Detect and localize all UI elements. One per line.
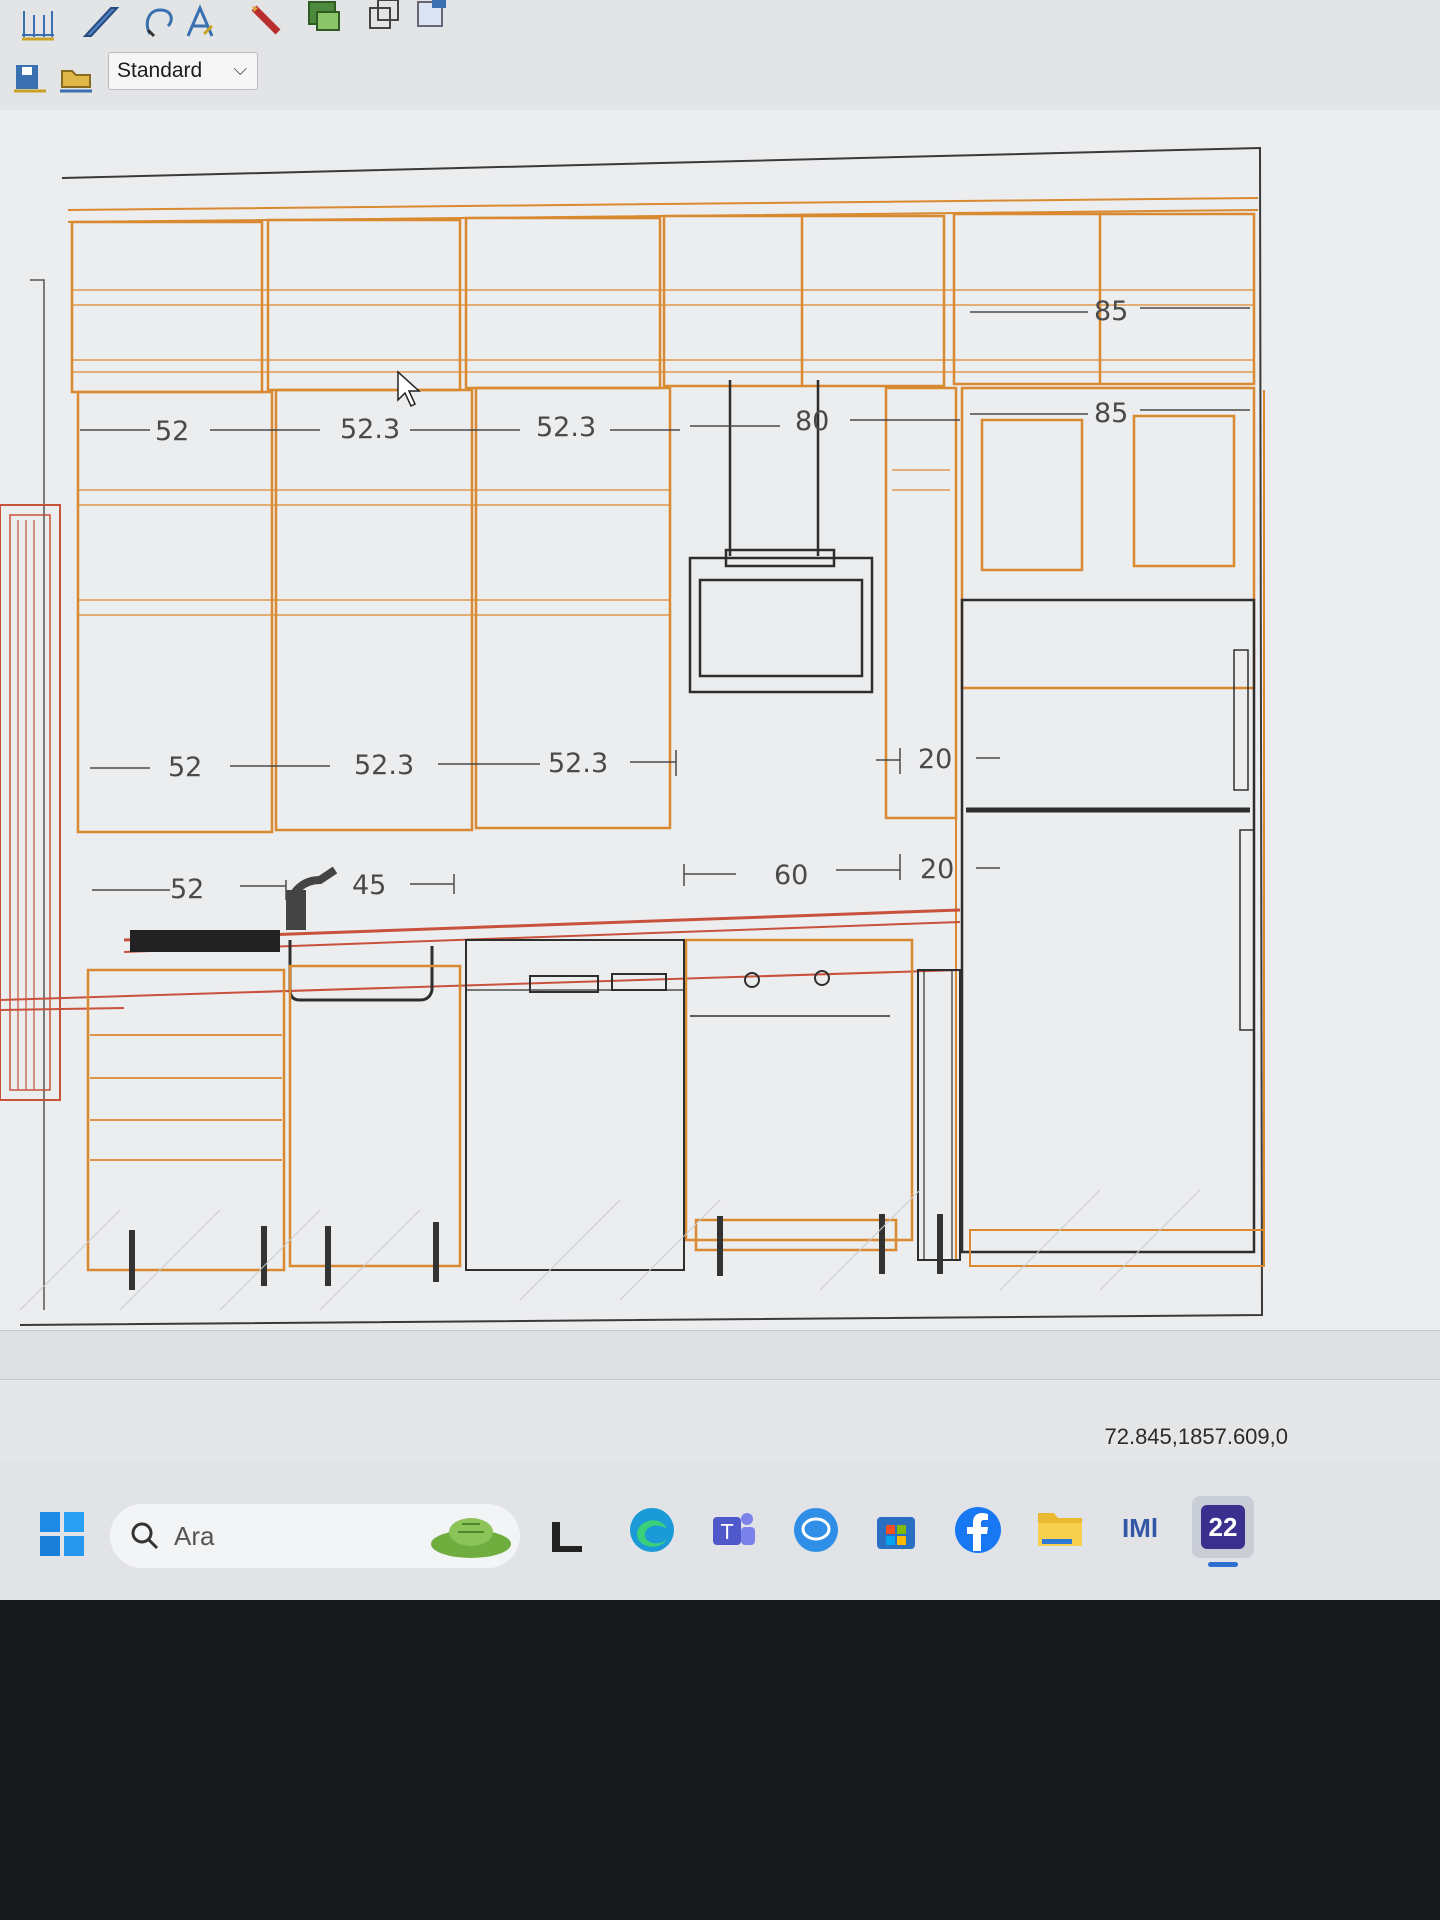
search-icon bbox=[131, 1522, 159, 1550]
iml-label: IMl bbox=[1121, 1512, 1159, 1543]
search-placeholder: Ara bbox=[174, 1520, 215, 1551]
door-panel-left bbox=[980, 418, 1084, 572]
lasso-select-icon[interactable] bbox=[140, 2, 180, 42]
cabinet-legs bbox=[129, 1214, 943, 1290]
upper-cabinets-top-row bbox=[70, 212, 1256, 394]
dim-upper-2: 52.3 bbox=[340, 414, 400, 445]
kitchen-elevation-drawing: 52 52.3 52.3 80 85 85 52 52.3 52.3 20 52… bbox=[0, 146, 1265, 1326]
facebook-icon[interactable] bbox=[950, 1502, 1006, 1558]
dim-upper-3: 52.3 bbox=[536, 412, 596, 443]
dim-lower-4: 20 bbox=[920, 854, 954, 885]
text-style-icon[interactable] bbox=[180, 2, 220, 42]
taskbar-search[interactable]: Ara bbox=[110, 1504, 520, 1568]
dim-lower-1: 52 bbox=[170, 874, 204, 905]
pencil-icon[interactable] bbox=[246, 0, 286, 40]
wall-cabinet-3 bbox=[464, 216, 662, 390]
range-hood bbox=[688, 380, 874, 694]
oven-drawer bbox=[694, 1218, 898, 1252]
shape-draw-icon[interactable] bbox=[80, 2, 120, 42]
dim-lower-3: 60 bbox=[774, 860, 808, 891]
cursor-coordinates: 72.845,1857.609,0 bbox=[1104, 1424, 1288, 1449]
terminal-icon[interactable] bbox=[538, 1506, 594, 1562]
dim-middle-2: 52.3 bbox=[354, 750, 414, 781]
drawing-canvas[interactable]: 52 52.3 52.3 80 85 85 52 52.3 52.3 20 52… bbox=[0, 110, 1440, 1330]
file-explorer-icon[interactable] bbox=[1032, 1500, 1088, 1556]
sink-base-cabinet bbox=[288, 964, 462, 1268]
edge-icon[interactable] bbox=[624, 1502, 680, 1558]
wall-cabinet-1 bbox=[70, 220, 264, 394]
worktop bbox=[0, 908, 961, 1011]
app-22-label: 22 bbox=[1201, 1505, 1245, 1549]
horizontal-scrollbar[interactable] bbox=[0, 1330, 1440, 1380]
chat-icon[interactable] bbox=[788, 1502, 844, 1558]
tall-unit-sides bbox=[955, 390, 1265, 1260]
style-dropdown-value: Standard bbox=[117, 59, 203, 82]
toolbar: Standard ⌵ bbox=[0, 0, 1440, 111]
chevron-down-icon: ⌵ bbox=[233, 59, 247, 79]
oven-base-cabinet bbox=[684, 938, 914, 1242]
dim-middle-1: 52 bbox=[168, 752, 202, 783]
grid-dimension-icon[interactable] bbox=[18, 4, 58, 44]
properties-icon[interactable] bbox=[412, 0, 452, 34]
teams-icon[interactable]: T bbox=[706, 1502, 762, 1558]
monitor-bezel bbox=[0, 1600, 1440, 1920]
status-bar: 72.845,1857.609,0 bbox=[0, 1380, 1440, 1460]
dim-middle-4: 20 bbox=[918, 744, 952, 775]
dim-upper-4: 80 bbox=[795, 406, 829, 437]
side-wall-line bbox=[30, 279, 45, 1310]
load-layout-icon[interactable] bbox=[56, 58, 96, 98]
active-app-indicator bbox=[1208, 1562, 1238, 1567]
svg-text:T: T bbox=[720, 1520, 734, 1544]
style-dropdown[interactable]: Standard ⌵ bbox=[108, 52, 258, 90]
save-layout-icon[interactable] bbox=[10, 58, 50, 98]
dim-upper-1: 52 bbox=[155, 416, 189, 447]
dim-upper-5: 85 bbox=[1094, 296, 1128, 327]
refrigerator bbox=[960, 598, 1265, 1267]
door-panel-right bbox=[1132, 414, 1236, 568]
widgets-icon bbox=[431, 1518, 511, 1558]
cad-application-window: Standard ⌵ 52 52.3 52.3 80 85 85 52 52.3… bbox=[0, 0, 1440, 1600]
floor-hatching bbox=[19, 1189, 1201, 1311]
corner-cabinet bbox=[960, 386, 1256, 690]
dim-upper-6: 85 bbox=[1094, 398, 1128, 429]
copy-icon[interactable] bbox=[364, 0, 404, 36]
store-icon[interactable] bbox=[868, 1502, 924, 1558]
dim-lower-2: 45 bbox=[352, 870, 386, 901]
iml-icon[interactable]: IMl bbox=[1112, 1500, 1168, 1556]
app-22-icon[interactable]: 22 bbox=[1192, 1496, 1254, 1558]
dishwasher bbox=[465, 939, 685, 1271]
taskbar: Ara T IMl 22 bbox=[0, 1460, 1440, 1600]
layer-icon[interactable] bbox=[304, 0, 344, 38]
mouse-cursor-icon bbox=[397, 370, 421, 408]
dim-middle-3: 52.3 bbox=[548, 748, 608, 779]
drawing-frame bbox=[19, 146, 1264, 1326]
start-icon[interactable] bbox=[34, 1506, 90, 1562]
